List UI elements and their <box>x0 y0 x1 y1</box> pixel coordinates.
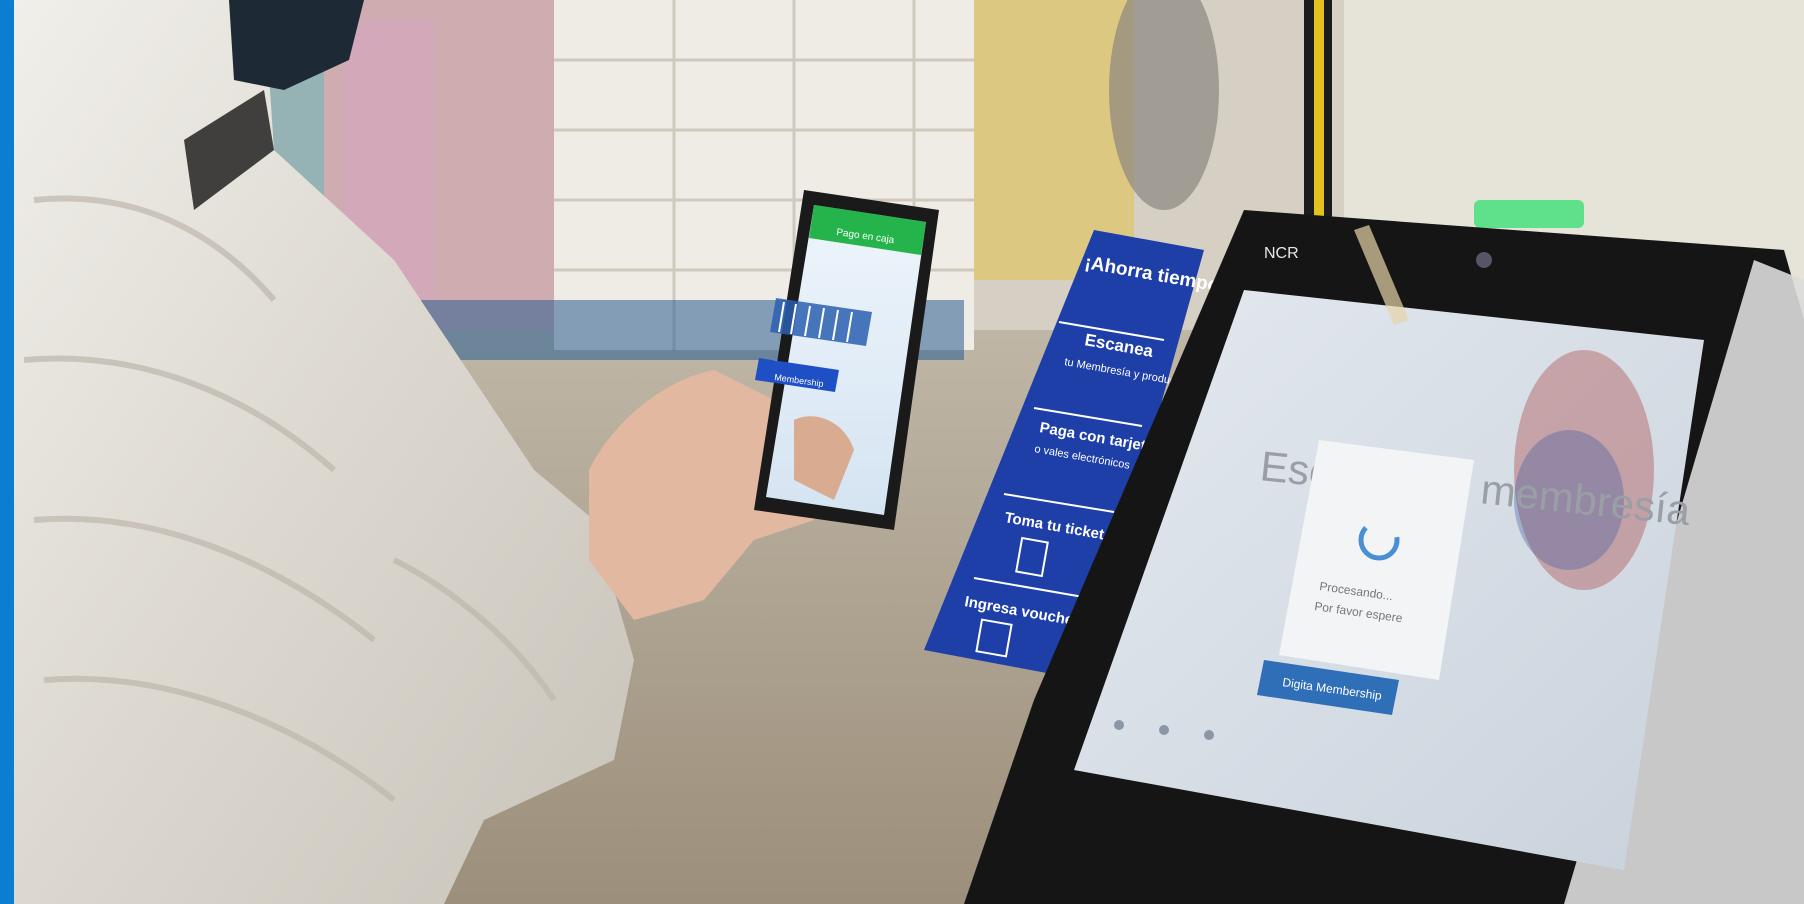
green-light <box>1474 200 1584 228</box>
accent-bar <box>0 0 14 904</box>
camera-icon <box>1476 252 1492 268</box>
screen-footer-icon <box>1114 720 1124 730</box>
photo-frame: Pago en caja Membership ¡Ahorra tiempo! … <box>0 0 1804 904</box>
scene-svg: Pago en caja Membership ¡Ahorra tiempo! … <box>14 0 1804 904</box>
kiosk-brand: NCR <box>1264 245 1299 262</box>
store-photo: Pago en caja Membership ¡Ahorra tiempo! … <box>14 0 1804 904</box>
